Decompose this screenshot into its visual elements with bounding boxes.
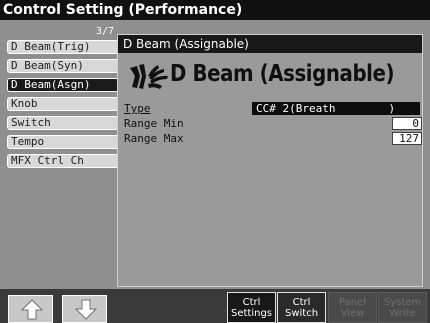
ctrl-settings-line1: Ctrl bbox=[242, 297, 261, 308]
param-row-range-max: Range Max 127 bbox=[124, 132, 422, 145]
system-write-line1: System bbox=[383, 297, 422, 308]
sidebar-item-mfx-ctrl-ch[interactable]: MFX Ctrl Ch bbox=[7, 154, 119, 168]
sidebar-item-knob[interactable]: Knob bbox=[7, 97, 119, 111]
cursor-up-button[interactable] bbox=[8, 295, 53, 323]
sidebar-item-dbeam-trig[interactable]: D Beam(Trig) bbox=[7, 40, 119, 54]
ctrl-switch-line2: Switch bbox=[284, 308, 319, 319]
window-title: Control Setting (Performance) bbox=[0, 0, 430, 20]
sidebar-item-dbeam-asgn[interactable]: D Beam(Asgn) bbox=[7, 78, 119, 92]
panel-view-button[interactable]: Panel View bbox=[328, 292, 377, 323]
param-row-type: Type CC# 2(Breath ) bbox=[124, 102, 420, 115]
ctrl-switch-line1: Ctrl bbox=[292, 297, 311, 308]
system-write-button[interactable]: System Write bbox=[378, 292, 427, 323]
panel-header: D Beam (Assignable) bbox=[118, 35, 422, 53]
arrow-down-icon bbox=[75, 299, 97, 320]
sidebar-item-tempo[interactable]: Tempo bbox=[7, 135, 119, 149]
range-max-label: Range Max bbox=[124, 132, 184, 145]
ctrl-settings-button[interactable]: Ctrl Settings bbox=[227, 292, 276, 323]
cursor-down-button[interactable] bbox=[62, 295, 107, 323]
bottom-toolbar: Ctrl Settings Ctrl Switch Panel View Sys… bbox=[0, 289, 430, 323]
system-write-line2: Write bbox=[389, 308, 416, 319]
ctrl-settings-line2: Settings bbox=[230, 308, 272, 319]
page-indicator: 3/7 bbox=[95, 26, 114, 37]
screen: Control Setting (Performance) 3/7 D Beam… bbox=[0, 0, 430, 323]
range-min-label: Range Min bbox=[124, 117, 184, 130]
arrow-up-icon bbox=[21, 299, 43, 320]
type-value-field[interactable]: CC# 2(Breath ) bbox=[252, 102, 420, 115]
d-beam-logo-icon bbox=[130, 64, 168, 89]
range-min-field[interactable]: 0 bbox=[392, 117, 422, 130]
type-label[interactable]: Type bbox=[124, 102, 151, 115]
ctrl-switch-button[interactable]: Ctrl Switch bbox=[277, 292, 326, 323]
main-panel: D Beam (Assignable) D Beam (Assignable) … bbox=[117, 34, 423, 287]
panel-view-line1: Panel bbox=[339, 297, 366, 308]
param-row-range-min: Range Min 0 bbox=[124, 117, 422, 130]
page-title: D Beam (Assignable) bbox=[170, 61, 395, 87]
sidebar-item-dbeam-syn[interactable]: D Beam(Syn) bbox=[7, 59, 119, 73]
sidebar: D Beam(Trig) D Beam(Syn) D Beam(Asgn) Kn… bbox=[7, 40, 119, 173]
range-max-field[interactable]: 127 bbox=[392, 132, 422, 145]
sidebar-item-switch[interactable]: Switch bbox=[7, 116, 119, 130]
panel-view-line2: View bbox=[340, 308, 365, 319]
